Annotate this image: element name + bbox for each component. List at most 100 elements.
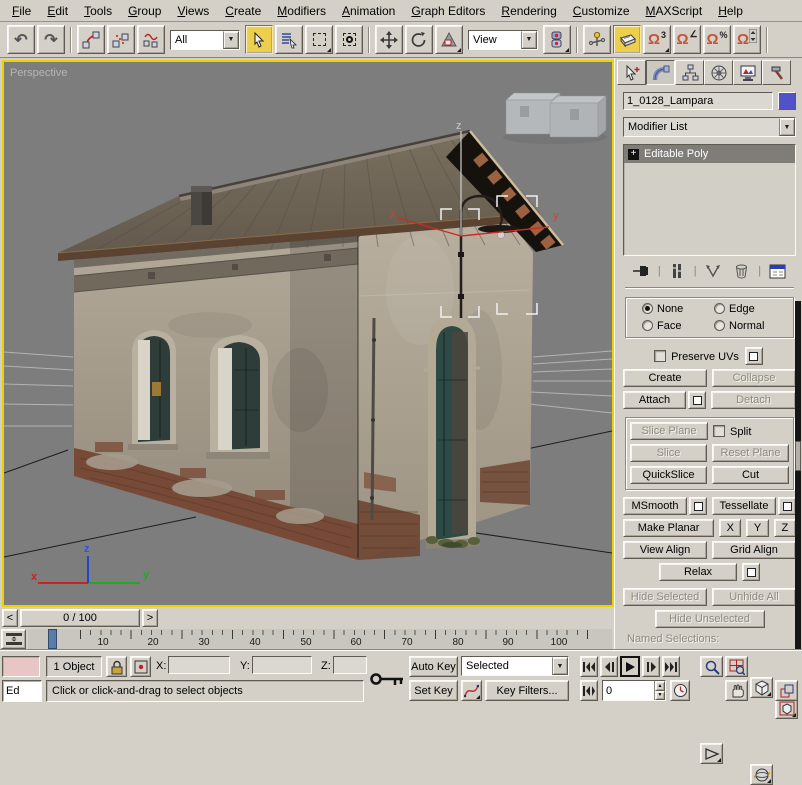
tab-utilities[interactable] xyxy=(762,60,791,85)
y-coordinate-field[interactable] xyxy=(252,656,312,674)
tab-motion[interactable] xyxy=(704,60,733,85)
split-checkbox[interactable]: Split xyxy=(713,425,789,438)
angle-snap-toggle-button[interactable]: Ω∠ xyxy=(673,25,701,54)
remove-modifier-button[interactable] xyxy=(730,261,754,281)
menu-group[interactable]: Group xyxy=(120,2,169,20)
key-mode-toggle-button[interactable] xyxy=(580,680,598,701)
msmooth-settings-button[interactable] xyxy=(689,497,707,515)
time-prev-button[interactable]: < xyxy=(2,609,18,627)
viewport-scene[interactable]: x y z x y z Perspective xyxy=(4,62,612,605)
reset-plane-button[interactable]: Reset Plane xyxy=(712,444,789,462)
collapse-button[interactable]: Collapse xyxy=(712,369,796,387)
window-crossing-toggle-button[interactable] xyxy=(335,25,363,54)
percent-snap-toggle-button[interactable]: Ω% xyxy=(703,25,731,54)
set-key-button[interactable]: Set Key xyxy=(409,680,458,701)
spinner-down-icon[interactable]: ▼ xyxy=(655,691,665,701)
make-planar-x-button[interactable]: X xyxy=(719,519,741,537)
key-mode-combo[interactable]: Selected ▼ xyxy=(461,656,569,676)
make-planar-z-button[interactable]: Z xyxy=(774,519,796,537)
previous-frame-button[interactable] xyxy=(600,656,618,677)
viewport-label[interactable]: Perspective xyxy=(10,67,67,79)
preserve-uvs-settings-button[interactable] xyxy=(745,347,763,365)
menu-graph-editors[interactable]: Graph Editors xyxy=(403,2,493,20)
hide-selected-button[interactable]: Hide Selected xyxy=(623,588,707,606)
select-and-manipulate-button[interactable] xyxy=(583,25,611,54)
tessellate-button[interactable]: Tessellate xyxy=(712,497,776,515)
macro-recorder-pane[interactable] xyxy=(2,656,40,677)
timeline-ruler[interactable]: 0 10 20 30 40 50 60 70 80 90 100 xyxy=(28,629,612,650)
quickslice-button[interactable]: QuickSlice xyxy=(630,466,707,484)
field-of-view-button[interactable] xyxy=(700,743,723,764)
pin-stack-button[interactable] xyxy=(629,261,653,281)
menu-modifiers[interactable]: Modifiers xyxy=(269,2,334,20)
zoom-extents-button[interactable] xyxy=(750,677,773,698)
panel-scrollbar-thumb[interactable] xyxy=(795,441,801,471)
redo-button[interactable]: ↷ xyxy=(37,25,65,54)
configure-modifier-sets-button[interactable] xyxy=(766,261,790,281)
maxscript-mini-listener[interactable]: Ed xyxy=(2,680,42,702)
set-keys-button[interactable] xyxy=(369,659,407,699)
tab-modify[interactable] xyxy=(646,60,675,85)
keyboard-shortcut-override-button[interactable] xyxy=(613,25,641,54)
detach-button[interactable]: Detach xyxy=(711,391,796,409)
time-next-button[interactable]: > xyxy=(142,609,158,627)
radio-normal[interactable]: Normal xyxy=(714,320,764,332)
play-button[interactable] xyxy=(620,656,640,677)
min-max-toggle-button[interactable] xyxy=(775,680,798,701)
go-to-end-button[interactable] xyxy=(662,656,680,677)
key-filters-button[interactable]: Key Filters... xyxy=(485,680,569,701)
relax-button[interactable]: Relax xyxy=(659,563,737,581)
make-planar-button[interactable]: Make Planar xyxy=(623,519,714,537)
tessellate-settings-button[interactable] xyxy=(778,497,796,515)
auto-key-button[interactable]: Auto Key xyxy=(409,656,458,677)
panel-scrollbar[interactable] xyxy=(795,301,801,650)
select-and-link-button[interactable] xyxy=(77,25,105,54)
select-and-move-button[interactable] xyxy=(375,25,403,54)
snaps-toggle-3d-button[interactable]: Ω3 xyxy=(643,25,671,54)
select-by-name-button[interactable] xyxy=(275,25,303,54)
attach-button[interactable]: Attach xyxy=(623,391,686,409)
zoom-extents-all-button[interactable] xyxy=(775,698,798,719)
modifier-list-dropdown[interactable]: Modifier List ▼ xyxy=(623,117,796,137)
time-configuration-button[interactable] xyxy=(670,680,690,701)
spinner-snap-toggle-button[interactable]: Ω xyxy=(733,25,761,54)
viewport-canvas[interactable]: x y z x y z Perspective xyxy=(4,62,612,605)
object-color-swatch[interactable] xyxy=(778,92,796,110)
selection-filter-combo[interactable]: All ▼ xyxy=(170,30,240,50)
dropdown-arrow-icon[interactable]: ▼ xyxy=(521,31,537,49)
default-tangents-button[interactable] xyxy=(461,680,482,701)
create-button[interactable]: Create xyxy=(623,369,707,387)
go-to-start-button[interactable] xyxy=(580,656,598,677)
menu-rendering[interactable]: Rendering xyxy=(493,2,564,20)
bind-to-space-warp-button[interactable] xyxy=(137,25,165,54)
view-align-button[interactable]: View Align xyxy=(623,541,707,559)
slice-button[interactable]: Slice xyxy=(630,444,707,462)
perspective-viewport[interactable]: x y z x y z Perspective xyxy=(2,60,614,607)
grid-align-button[interactable]: Grid Align xyxy=(712,541,796,559)
current-frame-field[interactable] xyxy=(603,681,654,700)
zoom-all-button[interactable] xyxy=(725,656,748,677)
rectangular-selection-region-button[interactable] xyxy=(305,25,333,54)
slice-plane-button[interactable]: Slice Plane xyxy=(630,422,708,440)
x-coordinate-field[interactable] xyxy=(168,656,230,674)
menu-customize[interactable]: Customize xyxy=(565,2,638,20)
radio-none[interactable]: None xyxy=(642,303,714,315)
select-object-button[interactable] xyxy=(245,25,273,54)
unlink-button[interactable] xyxy=(107,25,135,54)
tab-display[interactable] xyxy=(733,60,762,85)
dropdown-arrow-icon[interactable]: ▼ xyxy=(223,31,239,49)
select-and-scale-button[interactable] xyxy=(435,25,463,54)
next-frame-button[interactable] xyxy=(642,656,660,677)
undo-button[interactable]: ↶ xyxy=(7,25,35,54)
relax-settings-button[interactable] xyxy=(742,563,760,581)
unhide-all-button[interactable]: Unhide All xyxy=(712,588,796,606)
distant-box-objects[interactable] xyxy=(503,93,607,144)
current-frame-marker[interactable] xyxy=(48,629,57,649)
menu-create[interactable]: Create xyxy=(217,2,269,20)
menu-animation[interactable]: Animation xyxy=(334,2,403,20)
stack-item-editable-poly[interactable]: + Editable Poly xyxy=(624,145,795,163)
menu-tools[interactable]: Tools xyxy=(76,2,120,20)
show-end-result-button[interactable] xyxy=(665,261,689,281)
menu-views[interactable]: Views xyxy=(169,2,217,20)
modifier-stack[interactable]: + Editable Poly xyxy=(623,144,796,256)
